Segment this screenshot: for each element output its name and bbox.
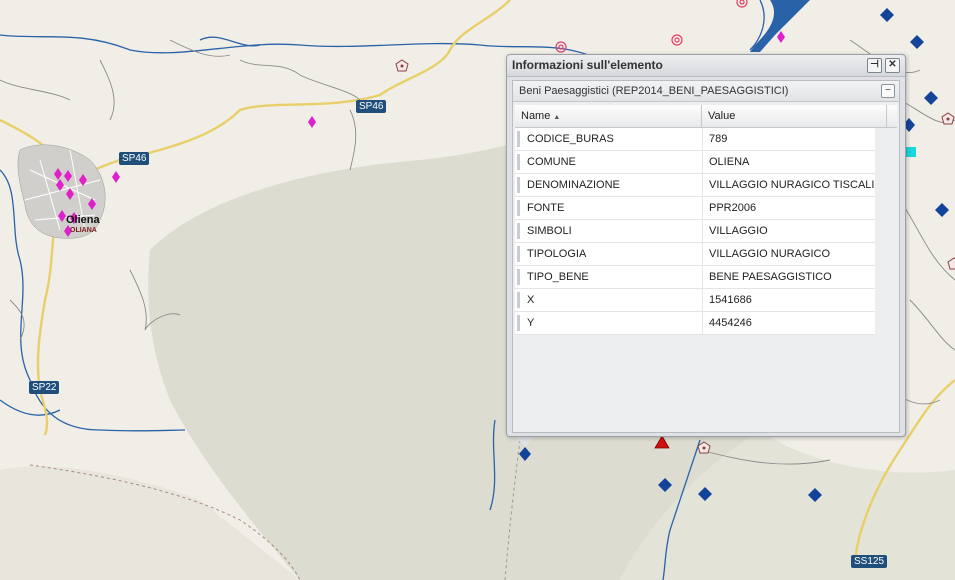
poi-diamond-blue xyxy=(880,8,894,22)
table-row[interactable]: SIMBOLI VILLAGGIO xyxy=(515,220,875,243)
town-label: Oliena xyxy=(66,214,100,226)
road-label-sp22: SP22 xyxy=(29,381,60,394)
town-sublabel: OLIANA xyxy=(70,227,97,234)
table-row[interactable]: DENOMINAZIONE VILLAGGIO NURAGICO TISCALI xyxy=(515,174,875,197)
poi-diamond-magenta xyxy=(112,171,120,183)
cell-name: DENOMINAZIONE xyxy=(527,179,620,191)
column-value-label: Value xyxy=(708,110,736,122)
column-header-name[interactable]: Name ▲ xyxy=(515,105,702,127)
poi-target xyxy=(555,41,567,53)
cell-value: VILLAGGIO xyxy=(702,220,881,242)
road-label-ss125: SS125 xyxy=(851,555,888,568)
cell-name: CODICE_BURAS xyxy=(527,133,614,145)
grid-body: CODICE_BURAS 789 COMUNE OLIENA DENOMINAZIONE… xyxy=(515,128,897,335)
cell-value: 4454246 xyxy=(702,312,881,334)
cell-name: Y xyxy=(527,317,535,329)
poi-square-cyan xyxy=(906,147,916,157)
row-grip xyxy=(517,292,520,308)
cell-name: FONTE xyxy=(527,202,565,214)
cell-value: VILLAGGIO NURAGICO TISCALI xyxy=(702,174,881,196)
table-row[interactable]: FONTE PPR2006 xyxy=(515,197,875,220)
poi-diamond-magenta xyxy=(777,31,785,43)
road-label-sp46: SP46 xyxy=(356,100,387,113)
poi-pentagon xyxy=(947,257,955,270)
panel-title: Beni Paesaggistici (REP2014_BENI_PAESAGG… xyxy=(519,85,789,97)
sort-ascending-icon: ▲ xyxy=(553,114,561,121)
cell-value: PPR2006 xyxy=(702,197,881,219)
poi-diamond-blue xyxy=(910,35,924,49)
table-row[interactable]: COMUNE OLIENA xyxy=(515,151,875,174)
row-grip xyxy=(517,200,520,216)
collapse-button[interactable]: − xyxy=(881,84,895,98)
table-row[interactable]: Y 4454246 xyxy=(515,312,875,335)
row-grip xyxy=(517,223,520,239)
poi-diamond-blue xyxy=(924,91,938,105)
cell-value: 789 xyxy=(702,128,881,150)
popup-title-bar[interactable]: Informazioni sull'elemento ⊣ ✕ xyxy=(507,55,905,77)
table-row[interactable]: TIPOLOGIA VILLAGGIO NURAGICO xyxy=(515,243,875,266)
feature-info-window: Informazioni sull'elemento ⊣ ✕ Beni Paes… xyxy=(506,54,906,437)
table-row[interactable]: CODICE_BURAS 789 xyxy=(515,128,875,151)
attributes-grid: Name ▲ Value CODICE_BURAS 789 COMUNE OLIENA D… xyxy=(515,105,897,335)
popup-title: Informazioni sull'elemento xyxy=(512,58,663,72)
poi-target xyxy=(671,34,683,46)
column-header-value[interactable]: Value xyxy=(702,105,887,127)
poi-diamond-blue xyxy=(935,203,949,217)
attributes-panel: Beni Paesaggistici (REP2014_BENI_PAESAGG… xyxy=(512,80,900,433)
row-grip xyxy=(517,131,520,147)
cell-value: VILLAGGIO NURAGICO xyxy=(702,243,881,265)
poi-target-layer xyxy=(555,0,748,53)
river-wide xyxy=(750,0,810,52)
cell-value: OLIENA xyxy=(702,151,881,173)
cell-name: TIPOLOGIA xyxy=(527,248,587,260)
table-row[interactable]: X 1541686 xyxy=(515,289,875,312)
cell-name: TIPO_BENE xyxy=(527,271,589,283)
row-grip xyxy=(517,315,520,331)
pin-icon[interactable]: ⊣ xyxy=(867,58,882,73)
cell-name: X xyxy=(527,294,535,306)
row-grip xyxy=(517,269,520,285)
poi-diamond-magenta xyxy=(308,116,316,128)
row-grip xyxy=(517,154,520,170)
close-icon[interactable]: ✕ xyxy=(885,58,900,73)
panel-header: Beni Paesaggistici (REP2014_BENI_PAESAGG… xyxy=(513,81,899,102)
road-label-sp46: SP46 xyxy=(119,152,150,165)
cell-name: COMUNE xyxy=(527,156,576,168)
cell-value: 1541686 xyxy=(702,289,881,311)
row-grip xyxy=(517,246,520,262)
grid-header: Name ▲ Value xyxy=(515,105,897,128)
cell-name: SIMBOLI xyxy=(527,225,572,237)
row-grip xyxy=(517,177,520,193)
cell-value: BENE PAESAGGISTICO xyxy=(702,266,881,288)
table-row[interactable]: TIPO_BENE BENE PAESAGGISTICO xyxy=(515,266,875,289)
column-name-label: Name xyxy=(521,110,551,122)
